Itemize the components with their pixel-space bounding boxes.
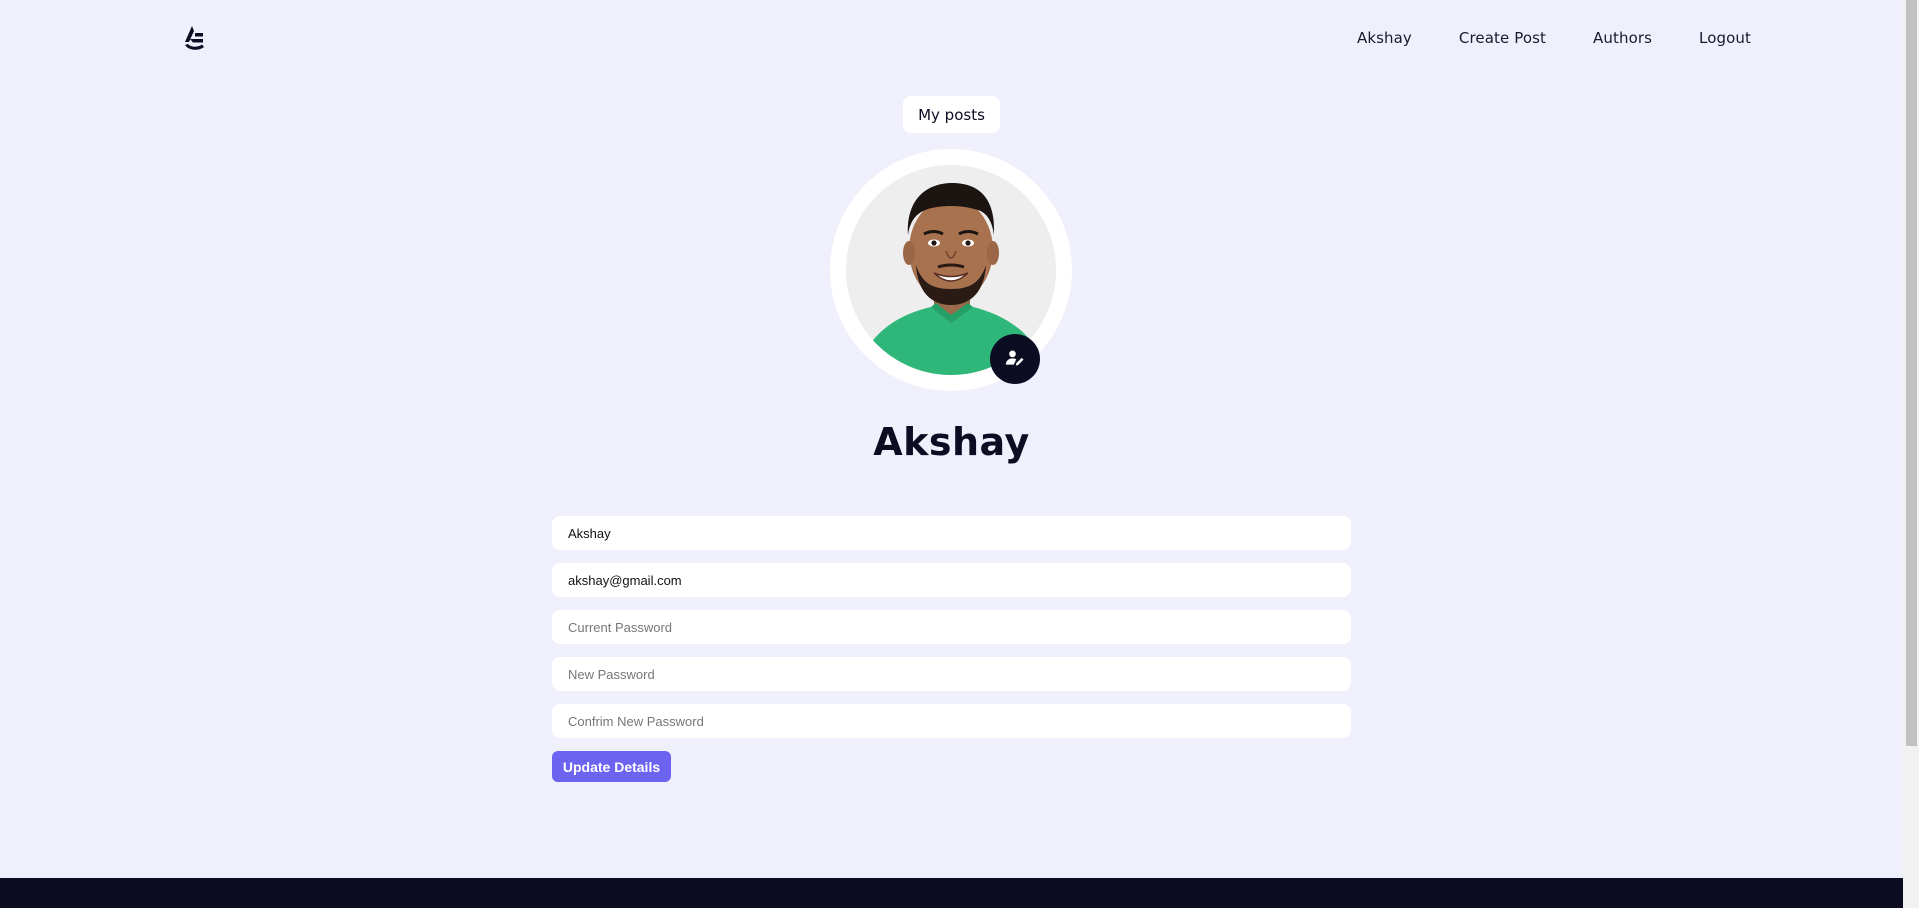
update-details-button[interactable]: Update Details: [552, 751, 671, 782]
edit-avatar-button[interactable]: [990, 334, 1040, 384]
footer: [0, 878, 1903, 908]
name-field[interactable]: [552, 516, 1351, 550]
current-password-field[interactable]: [552, 610, 1351, 644]
scrollbar-thumb[interactable]: [1906, 0, 1917, 746]
user-edit-icon: [1005, 348, 1025, 371]
my-posts-button[interactable]: My posts: [903, 96, 1000, 133]
email-field[interactable]: [552, 563, 1351, 597]
navbar: Akshay Create Post Authors Logout: [0, 0, 1903, 76]
nav-link-logout[interactable]: Logout: [1699, 29, 1751, 47]
nav-link-profile[interactable]: Akshay: [1357, 29, 1412, 47]
confirm-password-field[interactable]: [552, 704, 1351, 738]
logo-icon[interactable]: [181, 24, 207, 52]
profile-form: Update Details: [552, 516, 1351, 782]
nav-link-create-post[interactable]: Create Post: [1459, 29, 1546, 47]
nav-link-authors[interactable]: Authors: [1593, 29, 1652, 47]
profile-name: Akshay: [873, 420, 1030, 464]
nav-links: Akshay Create Post Authors Logout: [1357, 26, 1751, 50]
new-password-field[interactable]: [552, 657, 1351, 691]
scrollbar[interactable]: [1903, 0, 1919, 908]
